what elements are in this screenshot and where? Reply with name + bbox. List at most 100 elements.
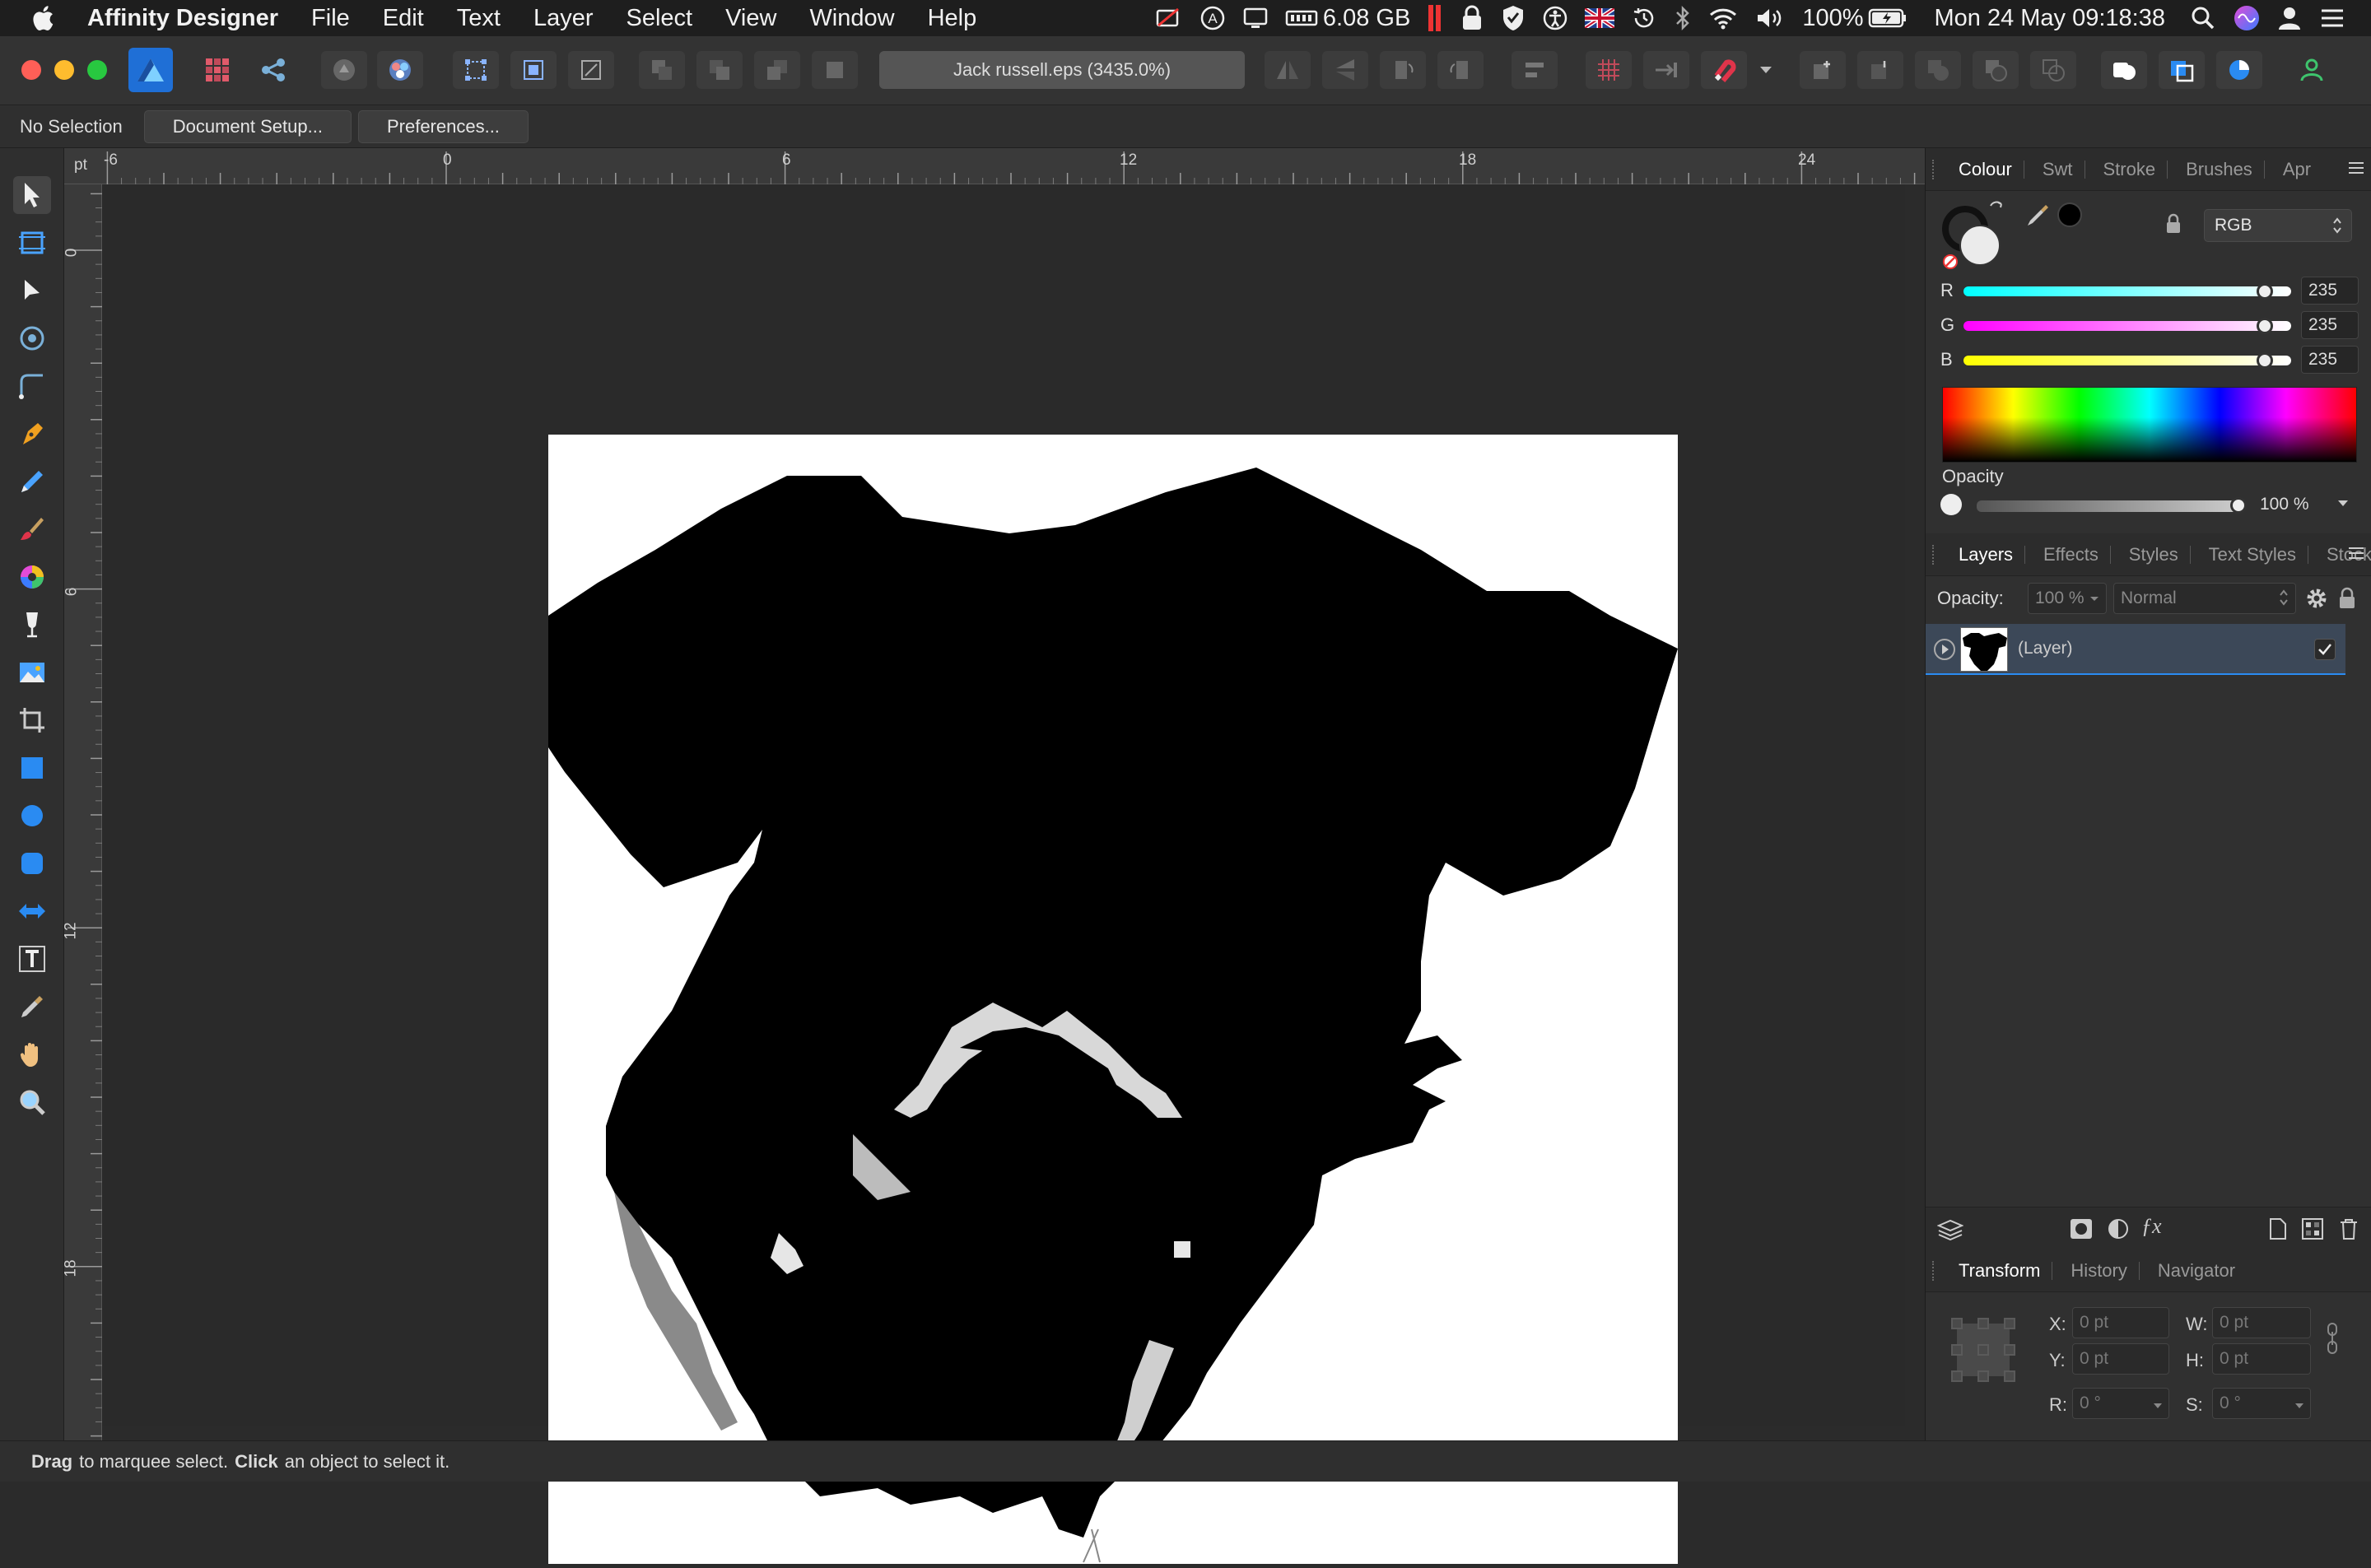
tab-appearance[interactable]: Apr [2283, 159, 2311, 180]
pen-tool[interactable] [13, 415, 51, 453]
view-tool[interactable] [13, 1035, 51, 1073]
snapping-toggle-button[interactable] [1701, 51, 1747, 89]
crop-tool[interactable] [13, 701, 51, 739]
insert-behind-button[interactable] [1800, 51, 1846, 89]
menu-view[interactable]: View [725, 5, 776, 32]
menu-app-name[interactable]: Affinity Designer [87, 5, 278, 32]
y-position-field[interactable]: 0 pt [2072, 1343, 2169, 1375]
cpu-activity-icon[interactable] [1427, 0, 1443, 36]
boolean-add-button[interactable] [1915, 51, 1961, 89]
clock-datetime[interactable]: Mon 24 May 09:18:38 [1934, 0, 2165, 36]
tab-navigator[interactable]: Navigator [2158, 1260, 2235, 1282]
transparency-tool[interactable] [13, 606, 51, 644]
app-store-icon[interactable]: A [1199, 0, 1226, 36]
rounded-rectangle-tool[interactable] [13, 844, 51, 882]
add-layer-icon[interactable] [2268, 1217, 2288, 1245]
accessibility-icon[interactable] [1542, 0, 1568, 36]
point-transform-tool[interactable] [13, 319, 51, 357]
time-machine-icon[interactable] [1631, 0, 1657, 36]
maximize-window-button[interactable] [87, 60, 107, 80]
boolean-subtract-button[interactable] [1973, 51, 2019, 89]
opacity-value[interactable]: 100 % [2253, 491, 2314, 519]
shape-tool[interactable] [13, 892, 51, 930]
lock-icon[interactable] [1460, 0, 1484, 36]
x-position-field[interactable]: 0 pt [2072, 1307, 2169, 1338]
siri-icon[interactable] [2233, 0, 2261, 36]
layers-stack-icon[interactable] [1936, 1217, 1964, 1245]
snapping-grid-button[interactable] [1586, 51, 1632, 89]
red-slider[interactable] [1963, 286, 2291, 296]
rotate-left-button[interactable] [1380, 51, 1426, 89]
link-aspect-icon[interactable] [2326, 1322, 2339, 1359]
shield-icon[interactable] [1501, 0, 1526, 36]
tab-text-styles[interactable]: Text Styles [2209, 544, 2296, 565]
screen-recording-icon[interactable] [1155, 0, 1183, 36]
move-to-front-button[interactable] [812, 51, 858, 89]
panel-grip-icon[interactable] [1932, 545, 1937, 565]
menu-file[interactable]: File [311, 5, 350, 32]
eyedropper-icon[interactable] [2024, 201, 2052, 233]
blue-value[interactable]: 235 [2301, 346, 2359, 374]
blue-slider-handle[interactable] [2257, 352, 2274, 369]
boolean-intersect-button[interactable] [2030, 51, 2076, 89]
flip-vertical-button[interactable] [1322, 51, 1368, 89]
trash-icon[interactable] [2339, 1217, 2359, 1245]
width-field[interactable]: 0 pt [2212, 1307, 2311, 1338]
snapping-flower-button[interactable] [377, 51, 423, 89]
transform-mode-button[interactable] [453, 51, 499, 89]
apple-icon[interactable] [30, 3, 59, 33]
lock-icon[interactable] [2164, 212, 2182, 240]
vector-brush-tool[interactable] [13, 510, 51, 548]
adjustment-icon[interactable] [2107, 1217, 2130, 1245]
document-setup-button[interactable]: Document Setup... [143, 109, 352, 143]
tab-stroke[interactable]: Stroke [2103, 159, 2156, 180]
rectangle-tool[interactable] [13, 749, 51, 787]
pencil-tool[interactable] [13, 463, 51, 500]
rotation-field[interactable]: 0 ° [2072, 1388, 2169, 1419]
memory-icon[interactable] [1285, 0, 1318, 36]
tab-history[interactable]: History [2071, 1260, 2126, 1282]
pixel-persona-button[interactable] [194, 51, 240, 89]
green-slider-handle[interactable] [2257, 318, 2274, 334]
panel-menu-icon[interactable] [2347, 160, 2365, 183]
flip-horizontal-button[interactable] [1265, 51, 1311, 89]
red-slider-handle[interactable] [2257, 283, 2274, 300]
mask-layer-icon[interactable] [2069, 1217, 2094, 1245]
color-model-select[interactable]: RGB [2204, 209, 2352, 242]
bluetooth-icon[interactable] [1674, 0, 1692, 36]
alignment-button[interactable] [1512, 51, 1558, 89]
tab-brushes[interactable]: Brushes [2186, 159, 2252, 180]
shear-field[interactable]: 0 ° [2212, 1388, 2311, 1419]
panel-menu-icon[interactable] [2347, 545, 2365, 568]
opacity-slider-handle[interactable] [2230, 497, 2247, 514]
tab-layers[interactable]: Layers [1959, 544, 2013, 565]
minimize-window-button[interactable] [54, 60, 74, 80]
share-user-button[interactable] [2289, 51, 2335, 89]
layer-opacity-field[interactable]: 100 % [2028, 583, 2107, 614]
wifi-icon[interactable] [1708, 0, 1738, 36]
menu-text[interactable]: Text [457, 5, 501, 32]
tab-effects[interactable]: Effects [2043, 544, 2098, 565]
menu-help[interactable]: Help [928, 5, 977, 32]
chevron-down-icon[interactable] [2334, 494, 2352, 516]
blend-mode-select[interactable]: Normal [2113, 583, 2296, 614]
layer-visibility-checkbox[interactable] [2314, 639, 2336, 660]
menu-layer[interactable]: Layer [533, 5, 594, 32]
geometry-intersect-button[interactable] [2216, 51, 2262, 89]
picked-color-swatch[interactable] [2057, 202, 2082, 227]
panel-grip-icon[interactable] [1932, 1261, 1937, 1281]
lock-icon[interactable] [2337, 586, 2357, 615]
color-picker-tool[interactable] [13, 988, 51, 1026]
layer-row[interactable]: (Layer) [1926, 624, 2345, 675]
panel-grip-icon[interactable] [1932, 160, 1937, 179]
expand-layer-icon[interactable] [1932, 637, 1957, 666]
add-pixel-layer-icon[interactable] [2301, 1217, 2324, 1245]
assistant-button[interactable] [321, 51, 367, 89]
snapping-mode-button[interactable] [1643, 51, 1689, 89]
spotlight-search-icon[interactable] [2190, 0, 2216, 36]
artboard-tool[interactable] [13, 224, 51, 262]
uk-flag-icon[interactable] [1585, 0, 1615, 36]
display-icon[interactable] [1242, 0, 1269, 36]
anchor-selector[interactable] [1950, 1317, 2016, 1383]
control-center-icon[interactable] [2318, 0, 2346, 36]
